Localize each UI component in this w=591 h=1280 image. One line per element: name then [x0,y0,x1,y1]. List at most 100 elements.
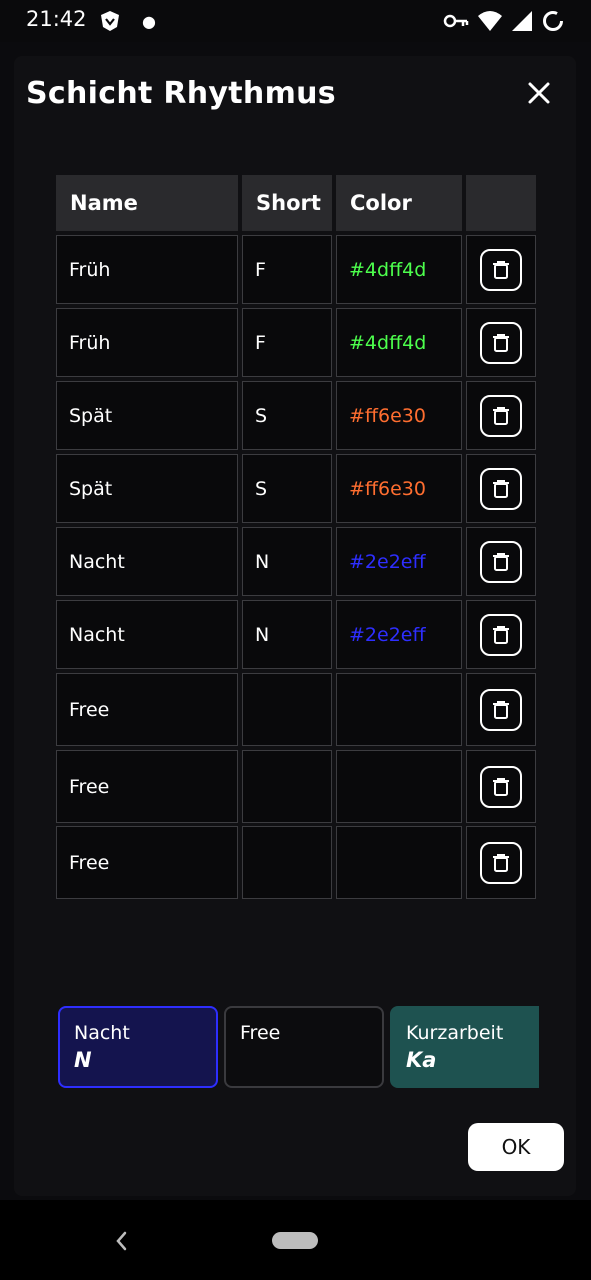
cell-short[interactable] [242,750,332,823]
cell-short[interactable]: N [242,600,332,669]
app-shield-icon [101,11,119,31]
row-action-cell [466,454,536,523]
short-text: N [255,550,270,573]
trash-icon [493,552,509,571]
column-header-actions [466,175,536,231]
name-text: Free [69,775,110,798]
cell-name[interactable]: Früh [56,308,238,377]
cell-name[interactable]: Nacht [56,600,238,669]
cell-short[interactable] [242,826,332,899]
trash-icon [493,700,509,719]
status-icons [443,9,565,33]
shift-chip-name: Free [240,1022,281,1044]
name-text: Free [69,698,110,721]
delete-button[interactable] [480,467,522,510]
shift-chip-short: N [74,1048,92,1072]
delete-button[interactable] [480,394,522,437]
home-pill[interactable] [272,1232,318,1249]
color-text: #ff6e30 [349,404,426,427]
cell-color[interactable]: #4dff4d [336,308,462,377]
column-header-short: Short [242,175,332,231]
row-action-cell [466,527,536,596]
shift-chip-short: Ka [406,1048,437,1072]
close-icon[interactable] [524,78,554,108]
cell-name[interactable]: Spät [56,454,238,523]
color-text: #2e2eff [349,623,426,646]
shift-chip-name: Kurzarbeit [406,1022,504,1044]
trash-icon [493,479,509,498]
column-header-color: Color [336,175,462,231]
delete-button[interactable] [480,613,522,656]
color-text: #4dff4d [349,331,427,354]
cell-color[interactable] [336,750,462,823]
cell-color[interactable]: #2e2eff [336,527,462,596]
trash-icon [493,406,509,425]
shift-chip[interactable]: Nacht N [58,1006,218,1088]
row-action-cell [466,381,536,450]
row-action-cell [466,750,536,823]
shift-chip-name: Nacht [74,1022,130,1044]
back-icon[interactable] [110,1228,132,1254]
column-header-name: Name [56,175,238,231]
cell-color[interactable]: #ff6e30 [336,381,462,450]
row-action-cell [466,826,536,899]
shift-chip[interactable]: Kurzarbeit Ka [390,1006,539,1088]
cell-short[interactable]: F [242,235,332,304]
cell-name[interactable]: Nacht [56,527,238,596]
trash-icon [493,333,509,352]
cell-color[interactable]: #ff6e30 [336,454,462,523]
signal-icon [512,11,532,31]
cell-color[interactable]: #2e2eff [336,600,462,669]
short-text: N [255,623,270,646]
status-bar: 21:42 ● [0,0,591,42]
delete-button[interactable] [480,248,522,291]
battery-icon [543,11,563,31]
dialog-title: Schicht Rhythmus [26,76,336,111]
cell-short[interactable]: S [242,454,332,523]
wifi-icon [478,11,502,31]
name-text: Free [69,851,110,874]
delete-button[interactable] [480,688,522,731]
notification-dot: ● [142,12,156,31]
name-text: Nacht [69,550,125,573]
short-text: F [255,258,266,281]
delete-button[interactable] [480,765,522,808]
row-action-cell [466,235,536,304]
short-text: S [255,404,268,427]
vpn-key-icon [443,14,469,28]
cell-short[interactable]: N [242,527,332,596]
cell-color[interactable] [336,673,462,746]
name-text: Spät [69,477,113,500]
shift-chip-row[interactable]: Nacht N Free Kurzarbeit Ka [54,1006,539,1088]
shift-chip[interactable]: Free [224,1006,384,1088]
name-text: Früh [69,258,111,281]
status-time: 21:42 [26,7,87,31]
trash-icon [493,777,509,796]
cell-name[interactable]: Free [56,673,238,746]
row-action-cell [466,308,536,377]
short-text: F [255,331,266,354]
name-text: Spät [69,404,113,427]
trash-icon [493,260,509,279]
name-text: Früh [69,331,111,354]
cell-color[interactable] [336,826,462,899]
cell-name[interactable]: Free [56,826,238,899]
short-text: S [255,477,268,500]
trash-icon [493,625,509,644]
delete-button[interactable] [480,321,522,364]
row-action-cell [466,673,536,746]
row-action-cell [466,600,536,669]
cell-name[interactable]: Free [56,750,238,823]
cell-color[interactable]: #4dff4d [336,235,462,304]
ok-button[interactable]: OK [468,1123,564,1171]
cell-short[interactable] [242,673,332,746]
name-text: Nacht [69,623,125,646]
delete-button[interactable] [480,540,522,583]
cell-short[interactable]: F [242,308,332,377]
cell-short[interactable]: S [242,381,332,450]
color-text: #2e2eff [349,550,426,573]
cell-name[interactable]: Spät [56,381,238,450]
delete-button[interactable] [480,841,522,884]
color-text: #4dff4d [349,258,427,281]
cell-name[interactable]: Früh [56,235,238,304]
